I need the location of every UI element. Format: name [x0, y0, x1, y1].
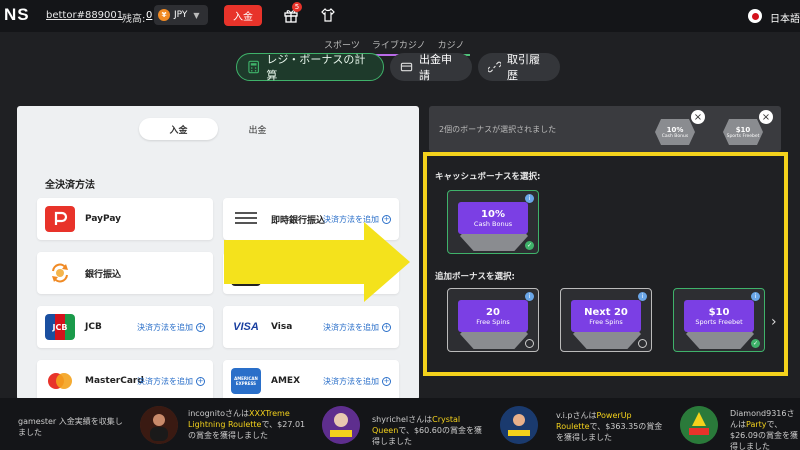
paypay-icon — [45, 206, 75, 232]
bonus-card-next-20-free-spins[interactable]: i Next 20 Free Spins — [560, 288, 652, 352]
payment-method-jcb[interactable]: JCB JCB 決済方法を追加 + — [37, 306, 213, 348]
add-payment-method-link[interactable]: 決済方法を追加+ — [137, 376, 205, 387]
ticker-item: gamester 入金実績を収集しました — [18, 417, 123, 437]
payment-method-mastercard[interactable]: MasterCard 決済方法を追加 + — [37, 360, 213, 400]
check-icon: ✓ — [525, 241, 534, 250]
payment-method-name: AMEX — [271, 376, 301, 386]
payment-method-name: JCB — [85, 322, 102, 332]
deposit-button[interactable]: 入金 — [224, 5, 262, 26]
winners-ticker: gamester 入金実績を収集しました incognitoさんはXXXTrem… — [0, 398, 800, 450]
jersey-icon[interactable] — [320, 7, 336, 23]
remove-chip-close-icon[interactable]: × — [759, 110, 773, 124]
chevron-right-icon[interactable]: › — [771, 314, 777, 330]
username-link[interactable]: bettor#889001 — [46, 10, 123, 21]
remove-chip-close-icon[interactable]: × — [691, 110, 705, 124]
balance-label: 残高: — [122, 14, 146, 25]
balance-value[interactable]: 0 — [146, 10, 152, 21]
bonus-card-sports-freebet-10[interactable]: i $10 Sports Freebet ✓ — [673, 288, 765, 352]
bonus-card-free-spins-20[interactable]: i 20 Free Spins — [447, 288, 539, 352]
ticker-item: incognitoさんはXXXTreme Lightning Rouletteで… — [188, 409, 306, 440]
selected-chip-sports-freebet: $10 Sports Freebet — [723, 119, 763, 145]
payment-method-name: Visa — [271, 322, 293, 332]
site-logo[interactable]: NS — [4, 5, 30, 25]
calculator-icon — [248, 60, 259, 74]
payment-method-paypay[interactable]: PayPay — [37, 198, 213, 240]
deposit-withdraw-toggle: 入金 出金 — [139, 118, 297, 140]
ticker-item: shyrichelさんはCrystal Queenで、$60.60の賞金を獲得し… — [372, 415, 482, 446]
payment-method-visa[interactable]: VISA Visa 決済方法を追加 + — [223, 306, 399, 348]
chevron-down-icon: ▼ — [193, 10, 200, 20]
toggle-withdraw[interactable]: 出金 — [218, 118, 297, 140]
tab-withdraw-request[interactable]: 出金申請 — [390, 53, 472, 82]
ticker-item: v.i.pさんはPowerUp Rouletteで、$363.35の賞金を獲得し… — [556, 411, 663, 442]
add-payment-method-link[interactable]: 決済方法を追加+ — [323, 322, 391, 333]
payment-method-amex[interactable]: AMERICAN EXPRESS AMEX 決済方法を追加 + — [223, 360, 399, 400]
top-bar: NS bettor#889001 残高: 0 ¥ JPY ▼ 入金 5 日本語 — [0, 0, 800, 32]
language-select[interactable]: 日本語 — [770, 10, 800, 25]
add-payment-method-link[interactable]: 決済方法を追加+ — [323, 376, 391, 387]
bank-transfer-icon — [45, 260, 75, 286]
tab-label: レジ・ボーナスの計算 — [266, 53, 366, 82]
japan-flag-icon[interactable] — [748, 9, 762, 23]
mastercard-icon — [45, 368, 75, 394]
check-icon: ✓ — [751, 339, 760, 348]
link-icon — [488, 61, 502, 73]
tab-label: 取引履歴 — [507, 53, 541, 82]
bonus-selection-box: キャッシュボーナスを選択: i 10% Cash Bonus ✓ 追加ボーナスを… — [423, 152, 788, 376]
payment-methods-title: 全決済方法 — [45, 180, 95, 191]
bonus-card-cash-10[interactable]: i 10% Cash Bonus ✓ — [447, 190, 539, 254]
plus-icon: + — [196, 376, 205, 386]
selected-chip-cash-bonus: 10% Cash Bonus — [655, 119, 695, 145]
selected-bonuses-bar: 2個のボーナスが選択されました 10% Cash Bonus × $10 Sport… — [429, 106, 781, 152]
toggle-deposit[interactable]: 入金 — [139, 118, 218, 140]
tab-cashier-bonus[interactable]: レジ・ボーナスの計算 — [236, 53, 384, 82]
cash-bonus-title: キャッシュボーナスを選択: — [435, 172, 541, 182]
plus-icon: + — [382, 322, 391, 332]
amex-icon: AMERICAN EXPRESS — [231, 368, 261, 394]
game-thumbnail[interactable] — [680, 406, 718, 444]
visa-icon: VISA — [233, 321, 259, 333]
currency-select[interactable]: ¥ JPY ▼ — [154, 5, 208, 25]
yen-coin-icon: ¥ — [158, 9, 170, 21]
plus-icon: + — [382, 376, 391, 386]
jcb-icon: JCB — [45, 314, 75, 340]
game-thumbnail[interactable] — [140, 406, 178, 444]
tab-transaction-history[interactable]: 取引履歴 — [478, 53, 560, 82]
radio-button[interactable] — [638, 339, 647, 348]
radio-button[interactable] — [525, 339, 534, 348]
gift-count-badge: 5 — [292, 2, 302, 12]
ticker-item: Diamond9316さんはPartyで、$26.09の賞金を獲得しました — [730, 409, 798, 450]
payment-method-name: 銀行振込 — [85, 269, 122, 280]
selected-bonuses-text: 2個のボーナスが選択されました — [439, 125, 557, 134]
game-thumbnail[interactable] — [500, 406, 538, 444]
wallet-icon — [400, 62, 413, 72]
tab-label: 出金申請 — [419, 53, 453, 82]
payment-method-name: MasterCard — [85, 376, 144, 386]
extra-bonus-title: 追加ボーナスを選択: — [435, 272, 515, 282]
payment-method-name: PayPay — [85, 214, 122, 224]
payment-method-bank-transfer[interactable]: 銀行振込 — [37, 252, 213, 294]
add-payment-method-link[interactable]: 決済方法を追加+ — [137, 322, 205, 333]
currency-label: JPY — [174, 10, 188, 20]
annotation-arrow-icon — [224, 222, 410, 302]
plus-icon: + — [196, 322, 205, 332]
game-thumbnail[interactable] — [322, 406, 360, 444]
